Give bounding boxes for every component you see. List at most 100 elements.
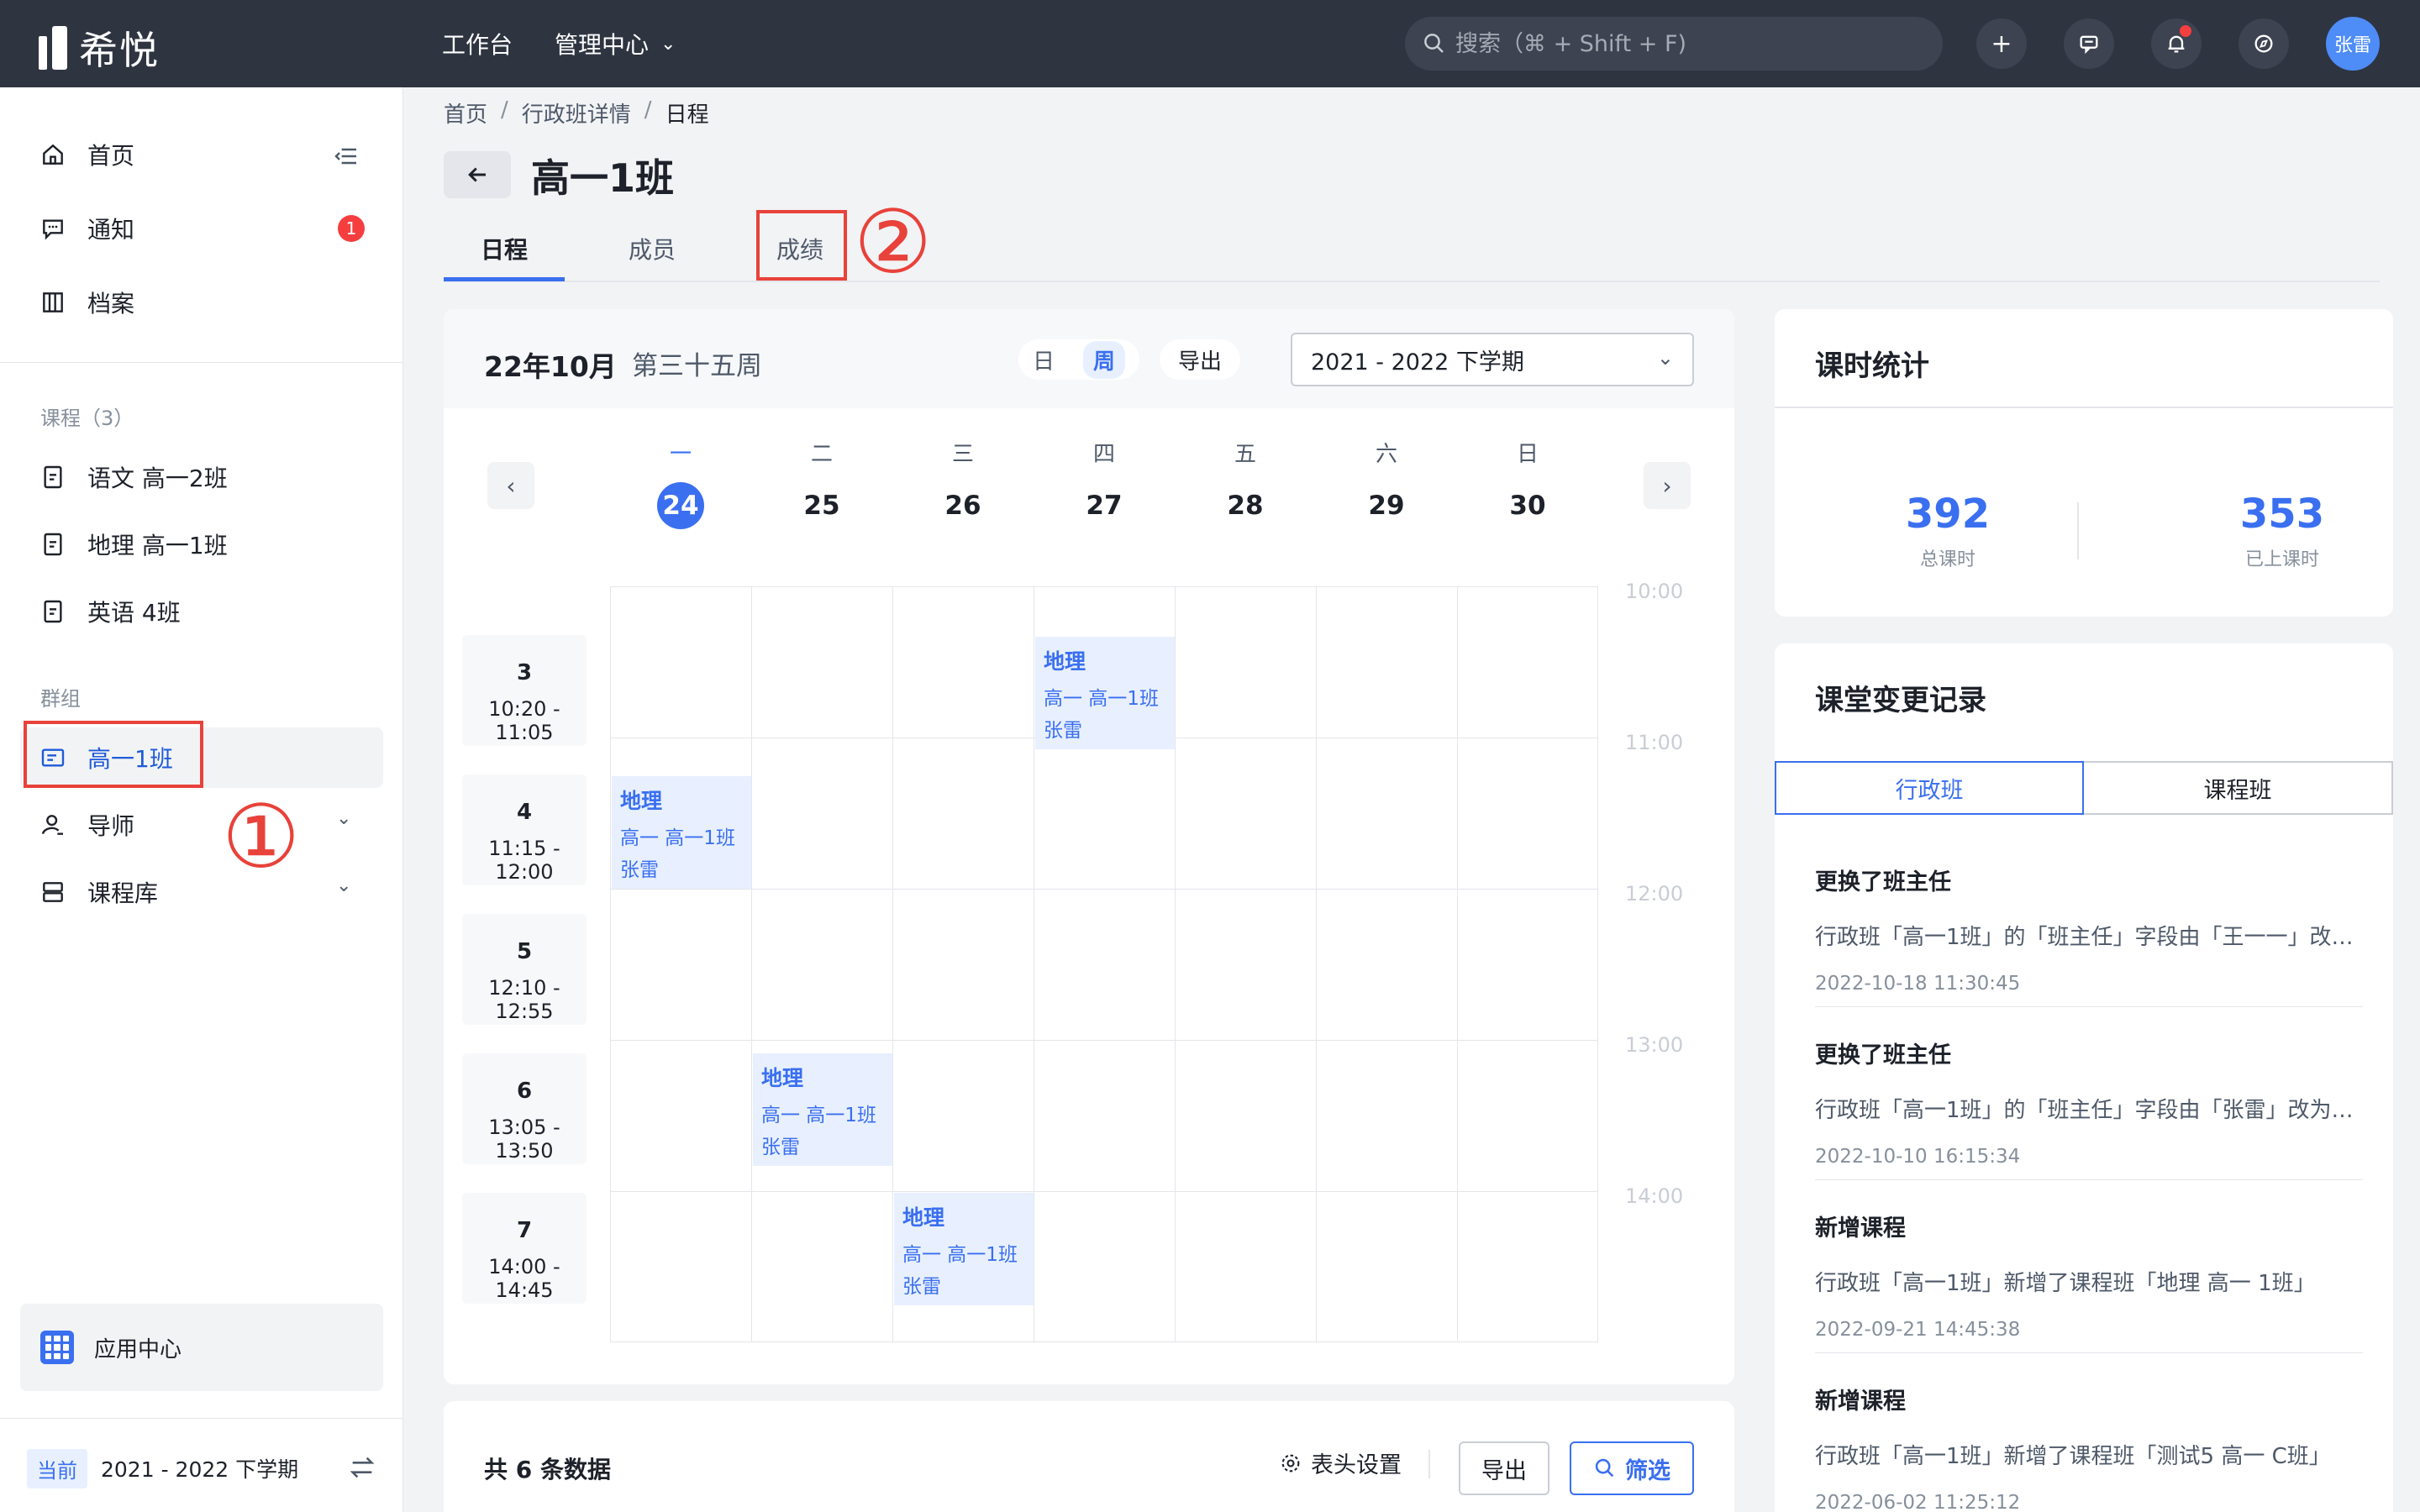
stat-value: 353: [2239, 491, 2325, 538]
sidebar-course-item[interactable]: 地理 高一1班: [39, 528, 228, 561]
sidebar-item-course-library[interactable]: 课程库: [39, 875, 158, 909]
collapse-sidebar-icon[interactable]: [333, 143, 360, 170]
sidebar-item-archive[interactable]: 档案: [39, 286, 134, 319]
chevron-down-icon[interactable]: ⌄: [336, 875, 351, 896]
class-change-log-card: 课堂变更记录 行政班 课程班 更换了班主任 行政班「高一1班」的「班主任」字段由…: [1775, 643, 2393, 1512]
log-desc: 行政班「高一1班」的「班主任」字段由「张雷」改为「王一一」: [1815, 1098, 2363, 1123]
log-item[interactable]: 新增课程 行政班「高一1班」新增了课程班「测试5 高一 C班」 2022-06-…: [1815, 1383, 2363, 1512]
event-class: 高一 高一1班: [902, 1244, 1018, 1266]
log-time: 2022-06-02 11:25:12: [1815, 1492, 2021, 1512]
log-head: 新增课程: [1815, 1215, 1906, 1242]
sidebar-item-label: 课程库: [87, 879, 159, 907]
date-cell[interactable]: 28: [1175, 482, 1316, 529]
user-avatar[interactable]: 张雷: [2326, 17, 2380, 71]
period-range: 10:20 - 11:05: [488, 697, 560, 744]
day-of-week: 三: [951, 442, 974, 467]
nav-admin-center[interactable]: 管理中心 ⌄: [555, 25, 676, 62]
sidebar-item-mentor[interactable]: 导师: [39, 808, 134, 842]
app-center-button[interactable]: 应用中心: [20, 1304, 383, 1391]
book-icon: [39, 463, 67, 491]
swap-icon[interactable]: [348, 1453, 376, 1482]
period-slot: 3 10:20 - 11:05: [462, 635, 587, 746]
chevron-down-icon[interactable]: ⌄: [336, 808, 351, 829]
sidebar-item-home[interactable]: 首页: [39, 138, 134, 171]
chat-button[interactable]: [2064, 18, 2114, 69]
tab-schedule[interactable]: 日程: [481, 232, 528, 265]
sidebar-divider: [0, 362, 403, 363]
view-week-button[interactable]: 周: [1082, 340, 1125, 379]
date-cell[interactable]: 25: [751, 482, 892, 529]
date-cell[interactable]: 26: [892, 482, 1034, 529]
back-button[interactable]: [444, 151, 511, 198]
top-bar: 希悦 工作台 管理中心 ⌄ + 张雷: [0, 0, 2420, 87]
chevron-down-icon: ⌄: [1656, 346, 1674, 370]
period-number: 6: [516, 1079, 533, 1104]
log-desc: 行政班「高一1班」新增了课程班「测试5 高一 C班」: [1815, 1444, 2331, 1469]
period-number: 7: [516, 1218, 533, 1243]
date-cell[interactable]: 27: [1034, 482, 1175, 529]
column-settings-button[interactable]: 表头设置: [1279, 1446, 1402, 1479]
stat-divider: [2077, 502, 2079, 559]
calendar-event[interactable]: 地理 高一 高一1班 张雷: [753, 1053, 892, 1166]
calendar-week: 第三十五周: [632, 351, 762, 381]
app-logo[interactable]: 希悦: [39, 20, 160, 76]
term-select[interactable]: 2021 - 2022 下学期 ⌄: [1291, 333, 1694, 386]
search-input[interactable]: [1455, 30, 1909, 57]
sidebar-item-notifications[interactable]: 通知: [39, 212, 134, 245]
user-icon: [39, 811, 67, 839]
segment-course-class[interactable]: 课程班: [2084, 761, 2393, 815]
archive-icon: [39, 288, 67, 317]
current-term-bar[interactable]: 当前 2021 - 2022 下学期: [27, 1445, 376, 1492]
notification-dot: [2180, 25, 2191, 37]
log-item[interactable]: 更换了班主任 行政班「高一1班」的「班主任」字段由「张雷」改为「王一一」 202…: [1815, 1037, 2363, 1168]
event-class: 高一 高一1班: [1044, 688, 1159, 710]
log-item[interactable]: 更换了班主任 行政班「高一1班」的「班主任」字段由「王一一」改为「张雷」 202…: [1815, 864, 2363, 995]
date-today[interactable]: 24: [610, 482, 751, 529]
date-number: 24: [657, 482, 704, 529]
annotation-box-1: [24, 721, 203, 788]
prev-week-button[interactable]: ‹: [487, 462, 534, 509]
filter-button[interactable]: 筛选: [1570, 1441, 1694, 1495]
sidebar-course-item[interactable]: 英语 4班: [39, 595, 181, 628]
calendar-event[interactable]: 地理 高一 高一1班 张雷: [1035, 637, 1175, 749]
changelog-segment: 行政班 课程班: [1775, 761, 2393, 815]
log-divider: [1815, 1179, 2363, 1180]
segment-admin-class[interactable]: 行政班: [1775, 761, 2084, 815]
sidebar: 首页 通知 1 档案 课程（3） 语文 高一2班 地理 高一1班 英语 4班 群…: [0, 87, 403, 1512]
hours-stats-card: 课时统计 392 总课时 353 已上课时: [1775, 309, 2393, 617]
period-range: 13:05 - 13:50: [488, 1116, 560, 1163]
period-range: 12:10 - 12:55: [488, 976, 560, 1023]
log-head: 新增课程: [1815, 1389, 1906, 1415]
breadcrumb-class-detail[interactable]: 行政班详情: [522, 97, 631, 129]
log-divider: [1815, 1006, 2363, 1007]
breadcrumb: 首页 / 行政班详情 / 日程: [444, 97, 709, 129]
page-title: 高一1班: [531, 155, 675, 201]
calendar-toolbar: 22年10月 第三十五周 日 周 导出 2021 - 2022 下学期 ⌄: [444, 309, 1734, 408]
sidebar-course-item[interactable]: 语文 高一2班: [39, 460, 228, 494]
help-button[interactable]: [2238, 18, 2289, 69]
tab-members[interactable]: 成员: [629, 232, 676, 265]
calendar-event[interactable]: 地理 高一 高一1班 张雷: [894, 1193, 1034, 1305]
breadcrumb-home[interactable]: 首页: [444, 97, 487, 129]
nav-workbench[interactable]: 工作台: [442, 25, 513, 62]
global-search[interactable]: [1405, 17, 1943, 71]
view-day-button[interactable]: 日: [1033, 344, 1055, 375]
chevron-right-icon: ›: [1662, 471, 1672, 500]
event-title: 地理: [1044, 649, 1086, 674]
event-teacher: 张雷: [902, 1276, 941, 1298]
add-button[interactable]: +: [1976, 18, 2027, 69]
table-export-button[interactable]: 导出: [1459, 1441, 1549, 1495]
period-range: 14:00 - 14:45: [488, 1255, 560, 1302]
calendar-event[interactable]: 地理 高一 高一1班 张雷: [612, 776, 751, 889]
date-cell[interactable]: 30: [1457, 482, 1598, 529]
calendar-export-button[interactable]: 导出: [1160, 339, 1241, 380]
next-week-button[interactable]: ›: [1644, 462, 1691, 509]
plus-icon: +: [1991, 29, 2012, 59]
message-icon: [39, 214, 67, 243]
notification-button[interactable]: [2151, 18, 2202, 69]
date-cell[interactable]: 29: [1316, 482, 1457, 529]
log-item[interactable]: 新增课程 行政班「高一1班」新增了课程班「地理 高一 1班」 2022-09-2…: [1815, 1210, 2363, 1341]
log-head: 更换了班主任: [1815, 869, 1951, 895]
event-teacher: 张雷: [1044, 720, 1082, 742]
active-tab-indicator: [444, 277, 565, 281]
